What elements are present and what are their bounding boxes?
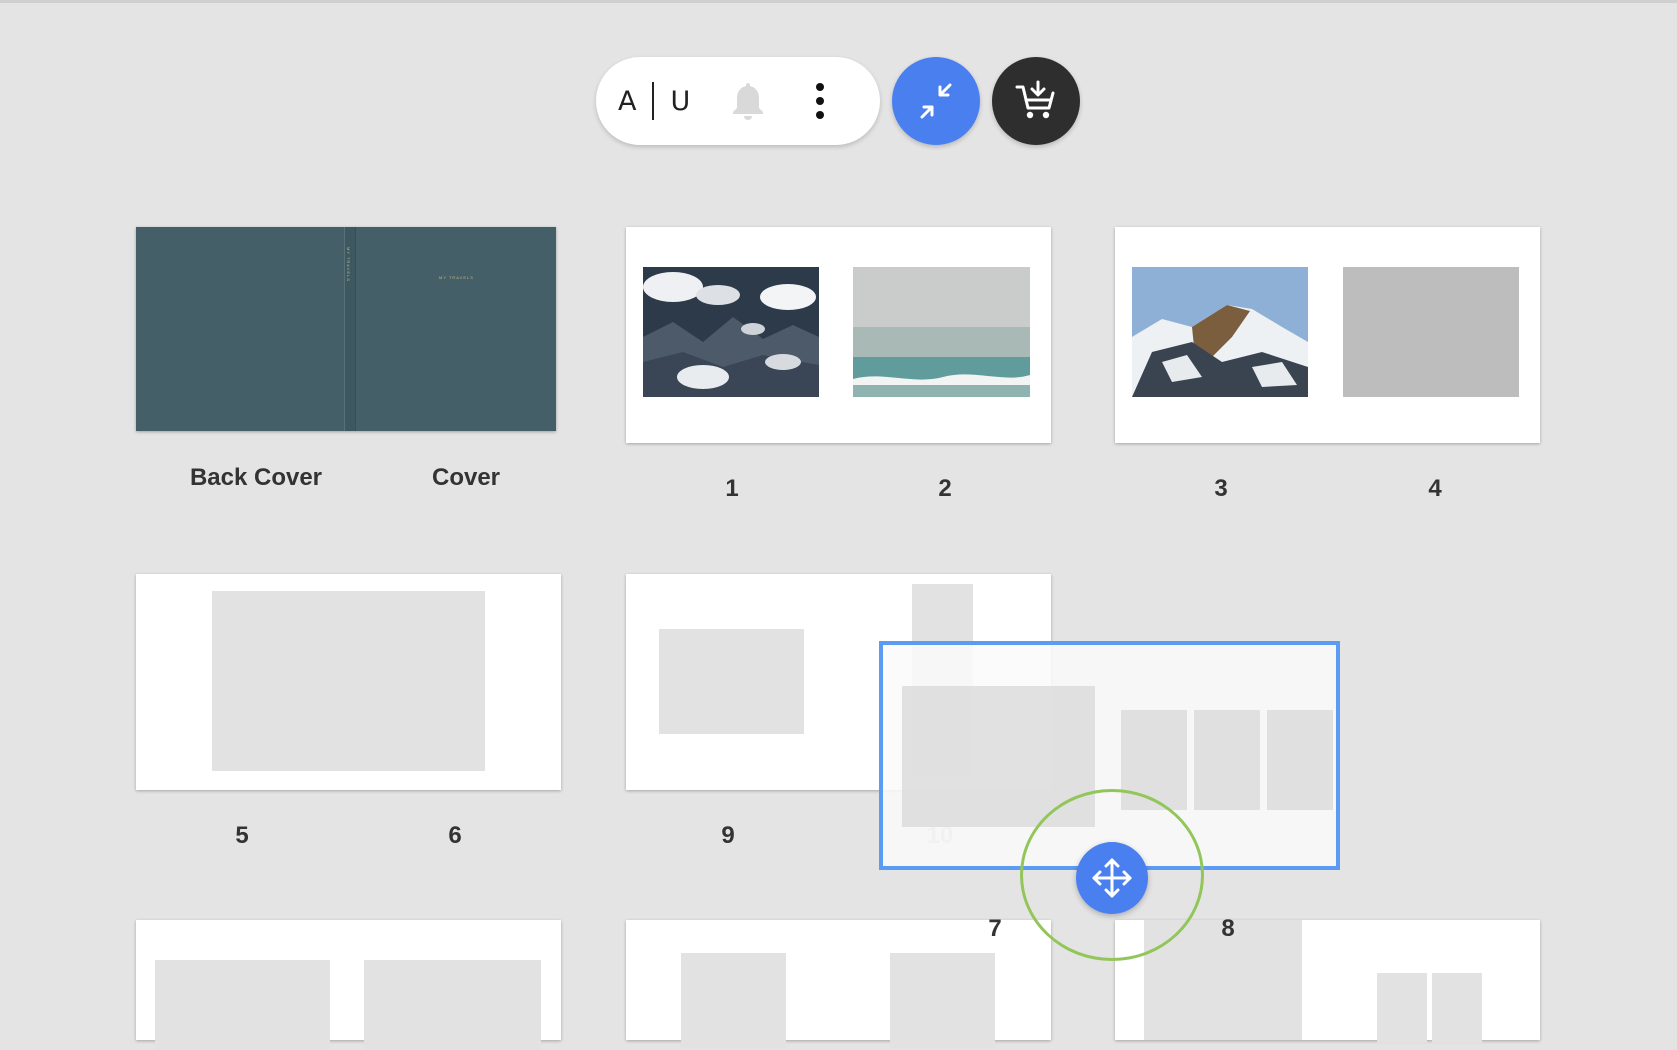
spread-5-6[interactable]: [136, 574, 561, 790]
dragged-spread-7-8[interactable]: [879, 641, 1340, 870]
photo-placeholder[interactable]: [659, 629, 804, 734]
page-9-label: 9: [721, 822, 735, 849]
collapse-arrows-icon: [920, 83, 952, 119]
initial-left: A: [618, 85, 637, 117]
add-to-cart-button[interactable]: [992, 57, 1080, 145]
initials-divider: [652, 82, 655, 120]
photo-placeholder[interactable]: [212, 591, 485, 771]
initial-right: U: [670, 85, 691, 117]
spread-3-4[interactable]: [1115, 227, 1540, 443]
back-cover-label: Back Cover: [189, 464, 323, 491]
page-3-label: 3: [1214, 475, 1228, 502]
photo-ocean-waves[interactable]: [853, 267, 1030, 397]
photo-placeholder[interactable]: [155, 960, 330, 1050]
page-2-label: 2: [938, 475, 952, 502]
photo-placeholder[interactable]: [1432, 973, 1482, 1043]
photo-clouds-mountains[interactable]: [643, 267, 819, 397]
bell-icon[interactable]: [728, 79, 768, 123]
cover-spread[interactable]: MY TRAVELS MY TRAVELS: [136, 227, 556, 431]
spine-text: MY TRAVELS: [346, 247, 351, 282]
user-toolbar: A U: [596, 57, 880, 145]
user-initials[interactable]: A U: [618, 82, 690, 120]
cover-title: MY TRAVELS: [439, 275, 474, 280]
cover-label: Cover: [431, 464, 501, 491]
page-7-label: 7: [988, 915, 1002, 942]
cart-download-icon: [1015, 80, 1055, 119]
move-arrows-icon: [1092, 858, 1132, 898]
page-8-label: 8: [1221, 915, 1235, 942]
collapse-view-button[interactable]: [892, 57, 980, 145]
page-5-label: 5: [235, 822, 249, 849]
spread-1-2[interactable]: [626, 227, 1051, 443]
more-vert-icon[interactable]: [808, 79, 832, 123]
photo-placeholder: [1267, 710, 1333, 810]
page-6-label: 6: [448, 822, 462, 849]
photo-placeholder: [902, 686, 1095, 827]
photo-placeholder[interactable]: [1377, 973, 1427, 1043]
photo-placeholder[interactable]: [364, 960, 541, 1050]
page-1-label: 1: [725, 475, 739, 502]
photo-placeholder: [1121, 710, 1187, 810]
top-divider: [0, 0, 1677, 3]
photo-placeholder: [1194, 710, 1260, 810]
photo-placeholder[interactable]: [890, 953, 995, 1048]
move-handle[interactable]: [1076, 842, 1148, 914]
photo-placeholder[interactable]: [681, 953, 786, 1048]
photo-snowy-mountain[interactable]: [1132, 267, 1308, 397]
page-4-label: 4: [1428, 475, 1442, 502]
spread-11-12[interactable]: [136, 920, 561, 1050]
photo-placeholder[interactable]: [1343, 267, 1519, 397]
